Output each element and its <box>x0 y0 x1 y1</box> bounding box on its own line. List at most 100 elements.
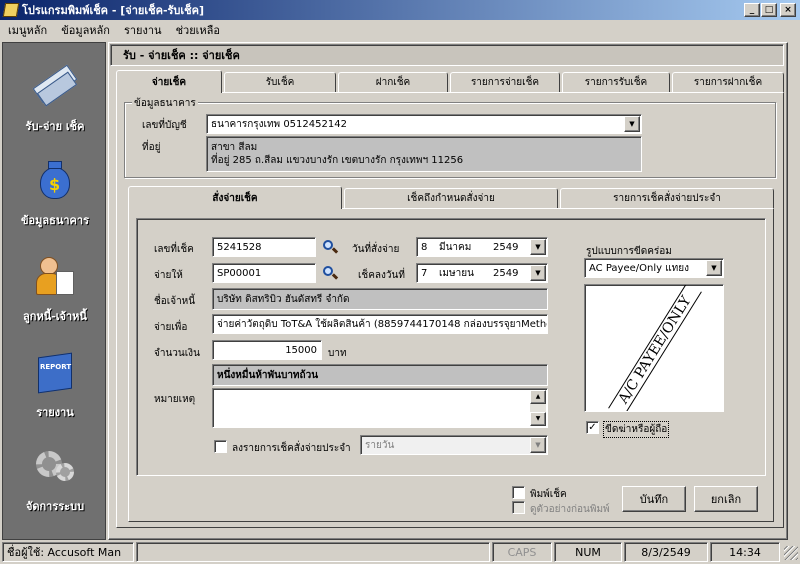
print-label: พิมพ์เช็ค <box>530 489 567 500</box>
recurring-select[interactable]: รายวัน ▼ <box>360 435 548 455</box>
cheque-no-label: เลขที่เช็ค <box>154 244 194 255</box>
gears-icon <box>32 443 78 489</box>
preview-label: ดูตัวอย่างก่อนพิมพ์ <box>530 504 610 515</box>
account-label: เลขที่บัญชี <box>142 120 187 131</box>
preview-checkbox[interactable] <box>512 501 525 514</box>
tab-receive-list[interactable]: รายการรับเช็ค <box>562 72 670 92</box>
crossing-stamp: A/C PAYEE/ONLY <box>608 285 702 411</box>
search-icon[interactable] <box>322 265 339 281</box>
sidebar-item-cheque[interactable]: รับ-จ่าย เช็ค <box>3 57 107 143</box>
amount-label: จำนวนเงิน <box>154 348 200 359</box>
sidebar-item-label: รายงาน <box>36 406 74 419</box>
money-bag-icon: $ <box>32 157 78 203</box>
tab-deposit-list[interactable]: รายการฝากเช็ค <box>672 72 784 92</box>
menu-help[interactable]: ช่วยเหลือ <box>176 21 220 39</box>
chevron-down-icon[interactable]: ▼ <box>706 260 722 276</box>
cheque-date-year: 2549 <box>493 267 519 279</box>
tab-pay-list[interactable]: รายการจ่ายเช็ค <box>450 72 560 92</box>
tab-due-cheques[interactable]: เช็คถึงกำหนดสั่งจ่าย <box>344 188 558 208</box>
status-message <box>136 542 490 562</box>
tab-receive-cheque[interactable]: รับเช็ค <box>224 72 336 92</box>
pay-date-day: 8 <box>421 241 428 253</box>
pay-to-input[interactable]: SP00001 <box>212 263 316 283</box>
pay-to-label: จ่ายให้ <box>154 270 183 281</box>
sidebar-item-label: ลูกหนี้-เจ้าหนี้ <box>23 310 87 323</box>
sidebar: รับ-จ่าย เช็ค $ ข้อมูลธนาคาร ลูกหนี้-เจ้… <box>2 42 106 540</box>
sidebar-item-label: ข้อมูลธนาคาร <box>21 214 89 227</box>
scroll-up-icon[interactable]: ▲ <box>530 390 546 404</box>
sidebar-item-label: จัดการระบบ <box>25 500 85 513</box>
note-label: หมายเหตุ <box>154 394 196 405</box>
tab-recurring-cheques[interactable]: รายการเช็คสั่งจ่ายประจำ <box>560 188 774 208</box>
tab-deposit-cheque[interactable]: ฝากเช็ค <box>338 72 448 92</box>
address-box: สาขา สีลม ที่อยู่ 285 ถ.สีลม แขวงบางรัก … <box>206 136 642 172</box>
amount-text: หนึ่งหมื่นห้าพันบาทถ้วน <box>212 364 548 386</box>
menu-master-data[interactable]: ข้อมูลหลัก <box>61 21 110 39</box>
crossing-preview: A/C PAYEE/ONLY <box>584 284 724 412</box>
pay-date-month: มีนาคม <box>439 241 472 253</box>
recurring-label: ลงรายการเช็คสั่งจ่ายประจำ <box>232 443 351 454</box>
minimize-button[interactable]: _ <box>744 3 760 17</box>
pay-date-picker[interactable]: 8 มีนาคม 2549 ▼ <box>416 237 548 257</box>
cheque-date-month: เมษายน <box>439 267 474 279</box>
sidebar-item-report[interactable]: REPORT รายงาน <box>3 343 107 429</box>
cross-style-select[interactable]: AC Payee/Only แทยง ▼ <box>584 258 724 278</box>
cheque-date-day: 7 <box>421 267 428 279</box>
recurring-value: รายวัน <box>365 439 395 451</box>
tab-pay-cheque[interactable]: จ่ายเช็ค <box>116 70 222 93</box>
status-user: ชื่อผู้ใช้: Accusoft Man <box>2 542 134 562</box>
cheque-date-picker[interactable]: 7 เมษายน 2549 ▼ <box>416 263 548 283</box>
cross-bearer-checkbox[interactable]: ✓ <box>586 421 599 434</box>
note-scrollbar[interactable]: ▲ ▼ <box>530 390 546 426</box>
status-caps: CAPS <box>492 542 552 562</box>
cross-bearer-label: ขีดฆ่าหรือผู้ถือ <box>603 421 670 438</box>
app-icon <box>2 3 20 17</box>
bank-info-legend: ข้อมูลธนาคาร <box>132 96 198 111</box>
amount-input[interactable]: 15000 <box>212 340 322 360</box>
menu-main[interactable]: เมนูหลัก <box>8 21 47 39</box>
close-button[interactable]: × <box>780 3 796 17</box>
creditor-label: ชื่อเจ้าหนี้ <box>154 296 196 307</box>
sidebar-item-debtor-creditor[interactable]: ลูกหนี้-เจ้าหนี้ <box>3 247 107 333</box>
page-title: รับ - จ่ายเช็ค :: จ่ายเช็ค <box>110 44 784 66</box>
cancel-button[interactable]: ยกเลิก <box>694 486 758 512</box>
print-checkbox[interactable] <box>512 486 525 499</box>
cheque-date-label: เช็คลงวันที่ <box>358 270 405 281</box>
account-value: ธนาคารกรุงเทพ 0512452142 <box>211 118 347 130</box>
chevron-down-icon[interactable]: ▼ <box>530 437 546 453</box>
purpose-input[interactable]: จ่ายค่าวัตถุดิบ ToT&A ใช้ผลิตสินค้า (885… <box>212 314 548 334</box>
pay-date-label: วันที่สั่งจ่าย <box>352 244 400 255</box>
cross-style-value: AC Payee/Only แทยง <box>589 262 689 274</box>
recurring-checkbox[interactable] <box>214 440 227 453</box>
address-label: ที่อยู่ <box>142 142 161 153</box>
window-title: โปรแกรมพิมพ์เช็ค - [จ่ายเช็ค-รับเช็ค] <box>22 4 205 17</box>
report-book-icon: REPORT <box>32 349 78 395</box>
menu-bar: เมนูหลัก ข้อมูลหลัก รายงาน ช่วยเหลือ <box>0 20 800 40</box>
status-num: NUM <box>554 542 622 562</box>
cheque-no-input[interactable]: 5241528 <box>212 237 316 257</box>
cross-style-label: รูปแบบการขีดคร่อม <box>586 246 672 257</box>
maximize-button[interactable]: □ <box>761 3 777 17</box>
account-select[interactable]: ธนาคารกรุงเทพ 0512452142 ▼ <box>206 114 642 134</box>
pay-date-year: 2549 <box>493 241 519 253</box>
status-time: 14:34 <box>710 542 780 562</box>
address-line-2: ที่อยู่ 285 ถ.สีลม แขวงบางรัก เขตบางรัก … <box>211 155 464 166</box>
amount-unit: บาท <box>328 348 347 359</box>
search-icon[interactable] <box>322 239 339 255</box>
person-document-icon <box>32 253 78 299</box>
scroll-down-icon[interactable]: ▼ <box>530 412 546 426</box>
sidebar-item-bank[interactable]: $ ข้อมูลธนาคาร <box>3 151 107 237</box>
note-textarea[interactable]: ▲ ▼ <box>212 388 548 428</box>
save-button[interactable]: บันทึก <box>622 486 686 512</box>
chevron-down-icon[interactable]: ▼ <box>624 116 640 132</box>
sidebar-item-label: รับ-จ่าย เช็ค <box>25 120 85 133</box>
chevron-down-icon[interactable]: ▼ <box>530 239 546 255</box>
resize-grip[interactable] <box>784 546 798 560</box>
sidebar-item-system[interactable]: จัดการระบบ <box>3 437 107 523</box>
title-bar: โปรแกรมพิมพ์เช็ค - [จ่ายเช็ค-รับเช็ค] <box>0 0 800 20</box>
creditor-name: บริษัท ดิสทริบิว ฮันดัสทรี จำกัด <box>212 288 548 310</box>
menu-reports[interactable]: รายงาน <box>124 21 162 39</box>
tab-issue-cheque[interactable]: สั่งจ่ายเช็ค <box>128 186 342 209</box>
chevron-down-icon[interactable]: ▼ <box>530 265 546 281</box>
cheque-icon <box>32 63 78 109</box>
